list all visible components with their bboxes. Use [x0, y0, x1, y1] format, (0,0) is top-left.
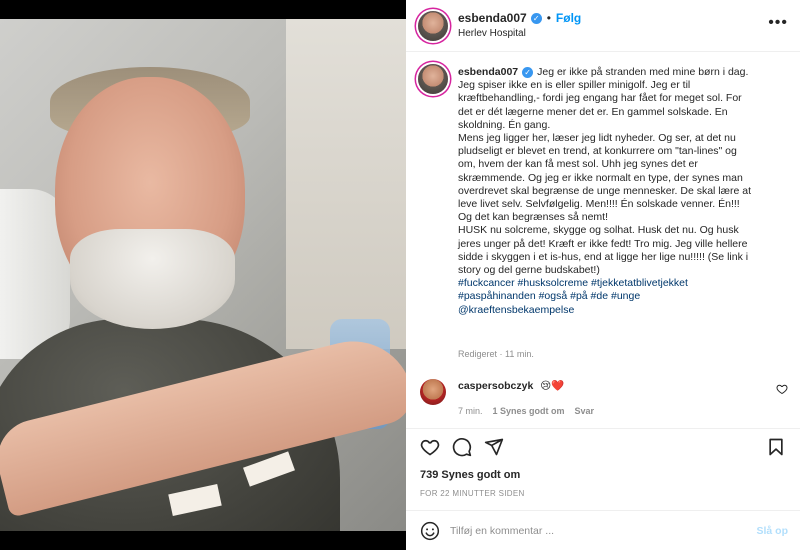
mention-link[interactable]: @kraeftensbekaempelse — [458, 304, 792, 317]
caption-line: Jeg spiser ikke en is eller spiller mini… — [458, 79, 691, 92]
caption-avatar[interactable] — [418, 64, 448, 94]
caption-meta: Redigeret · 11 min. — [458, 349, 534, 359]
caption-line: om, hvem der kan få mest sol. Uhh jeg sy… — [458, 158, 698, 171]
verified-badge-icon: ✓ — [522, 67, 534, 78]
caption-username[interactable]: esbenda007 — [458, 66, 518, 78]
photo-background — [286, 19, 406, 349]
caption-line: kræftbehandling,- fordi jeg engang har f… — [458, 92, 742, 105]
follow-button[interactable]: Følg — [556, 11, 581, 25]
caption-line: overdrevet skal begrænse de unge mennesk… — [458, 184, 751, 197]
post-caption: esbenda007 ✓ Jeg er ikke på stranden med m… — [458, 66, 792, 317]
post-comment-button[interactable]: Slå op — [756, 525, 788, 537]
likes-count[interactable]: 739 Synes godt om — [420, 469, 520, 481]
caption-line: Og det kan begrænses så nemt! — [458, 211, 608, 224]
author-line: esbenda007 ✓ • Følg — [458, 11, 581, 25]
reply-button[interactable]: Svar — [575, 406, 595, 416]
more-options-icon[interactable]: ••• — [768, 15, 788, 31]
post-header: esbenda007 ✓ • Følg Herlev Hospital ••• — [406, 0, 800, 52]
paper-plane-icon[interactable] — [484, 437, 504, 457]
post-timestamp[interactable]: FOR 22 MINUTTER SIDEN — [420, 489, 525, 498]
emoji-smiley-icon[interactable] — [420, 521, 440, 541]
add-comment-bar: Slå op — [406, 510, 800, 550]
post-location[interactable]: Herlev Hospital — [458, 28, 526, 39]
post-media — [0, 0, 406, 550]
author-username[interactable]: esbenda007 — [458, 11, 527, 25]
comment-input[interactable] — [450, 521, 740, 541]
caption-line: skræmmende. Og jeg er ikke normalt en ty… — [458, 171, 743, 184]
verified-badge-icon: ✓ — [530, 12, 542, 24]
caption-line: story og del gerne budskabet!) — [458, 264, 600, 277]
post-photo[interactable] — [0, 19, 406, 531]
comment-time: 7 min. — [458, 406, 483, 416]
hashtag-line[interactable]: #paspåhinanden #også #på #de #unge — [458, 290, 792, 303]
caption-line: HUSK nu solcreme, skygge og solhat. Husk… — [458, 224, 739, 237]
commenter-username[interactable]: caspersobczyk — [458, 380, 533, 392]
comment-heart-icon[interactable] — [776, 383, 788, 395]
caption-line: Mens jeg ligger her, læser jeg lidt nyhe… — [458, 132, 736, 145]
caption-text: Jeg er ikke på stranden med mine børn i … — [537, 66, 749, 78]
caption-line: pludseligt er blevet en trend, at konkur… — [458, 145, 737, 158]
heart-icon[interactable] — [420, 437, 440, 457]
photo-beard — [70, 229, 235, 329]
post-panel: esbenda007 ✓ • Følg Herlev Hospital ••• … — [406, 0, 800, 550]
caption-line: sidde i skyggen i et is-hus, end at ligg… — [458, 250, 749, 263]
author-avatar[interactable] — [418, 11, 448, 41]
caption-line: det er dét lægerne mener det er. En gamm… — [458, 105, 728, 118]
comment-meta: 7 min. 1 Synes godt om Svar — [458, 406, 594, 416]
comments-section[interactable]: esbenda007 ✓ Jeg er ikke på stranden med m… — [406, 52, 800, 428]
post-actions: 739 Synes godt om FOR 22 MINUTTER SIDEN — [406, 428, 800, 510]
separator-dot: • — [546, 11, 551, 25]
caption-line: leve livet selv. Selvfølgelig. Men!!!! É… — [458, 198, 740, 211]
bookmark-icon[interactable] — [766, 437, 786, 457]
comment-item: caspersobczyk 😢❤️ — [458, 379, 564, 392]
comment-bubble-icon[interactable] — [452, 437, 472, 457]
caption-line: jeres unger på det! Kræft er ikke fedt! … — [458, 237, 748, 250]
caption-line: skoldning. Én gang. — [458, 118, 551, 131]
hashtag-line[interactable]: #fuckcancer #husksolcreme #tjekketatbliv… — [458, 277, 792, 290]
caption-line: esbenda007 ✓ Jeg er ikke på stranden med m… — [458, 66, 792, 79]
commenter-avatar[interactable] — [420, 379, 446, 405]
comment-likes-link[interactable]: 1 Synes godt om — [493, 406, 565, 416]
comment-body: 😢❤️ — [540, 380, 565, 392]
